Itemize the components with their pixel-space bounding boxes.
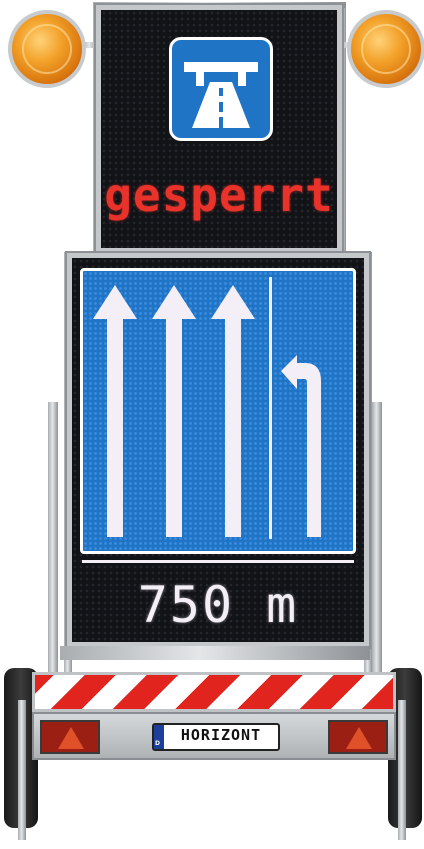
- warning-stripe-bumper: [32, 672, 396, 712]
- plate-country-strip: D: [154, 725, 164, 749]
- closure-message: gesperrt: [104, 168, 334, 222]
- arrow-up-icon: [152, 285, 196, 537]
- taillight-left: [40, 720, 100, 754]
- reflector-triangle-icon: [346, 727, 372, 749]
- frame-crossbar: [93, 2, 346, 8]
- support-leg-left: [18, 700, 26, 840]
- warning-lamp-left: [8, 10, 86, 88]
- license-plate: D HORIZONT: [152, 723, 280, 751]
- trailer-base-frame: [60, 646, 370, 660]
- arrow-curve-left-icon: [281, 355, 321, 537]
- warning-lamp-right: [347, 10, 424, 88]
- autobahn-icon: [169, 37, 273, 141]
- plate-text: HORIZONT: [180, 726, 262, 744]
- distance-readout: 750 m: [137, 576, 299, 634]
- top-led-panel: gesperrt: [101, 10, 337, 248]
- frame-post-left-mid: [64, 252, 72, 672]
- taillight-right: [328, 720, 388, 754]
- frame-post-right: [372, 402, 382, 672]
- arrow-up-icon: [93, 285, 137, 537]
- arrow-up-icon: [211, 285, 255, 537]
- frame-post-right-mid: [364, 252, 372, 672]
- lane-led-panel: 750 m: [72, 258, 364, 642]
- lane-sign: [80, 268, 356, 554]
- reflector-triangle-icon: [58, 727, 84, 749]
- plate-country-code: D: [155, 740, 160, 747]
- frame-post-left: [48, 402, 58, 672]
- support-leg-right: [398, 700, 406, 840]
- panel-divider-line: [82, 560, 354, 563]
